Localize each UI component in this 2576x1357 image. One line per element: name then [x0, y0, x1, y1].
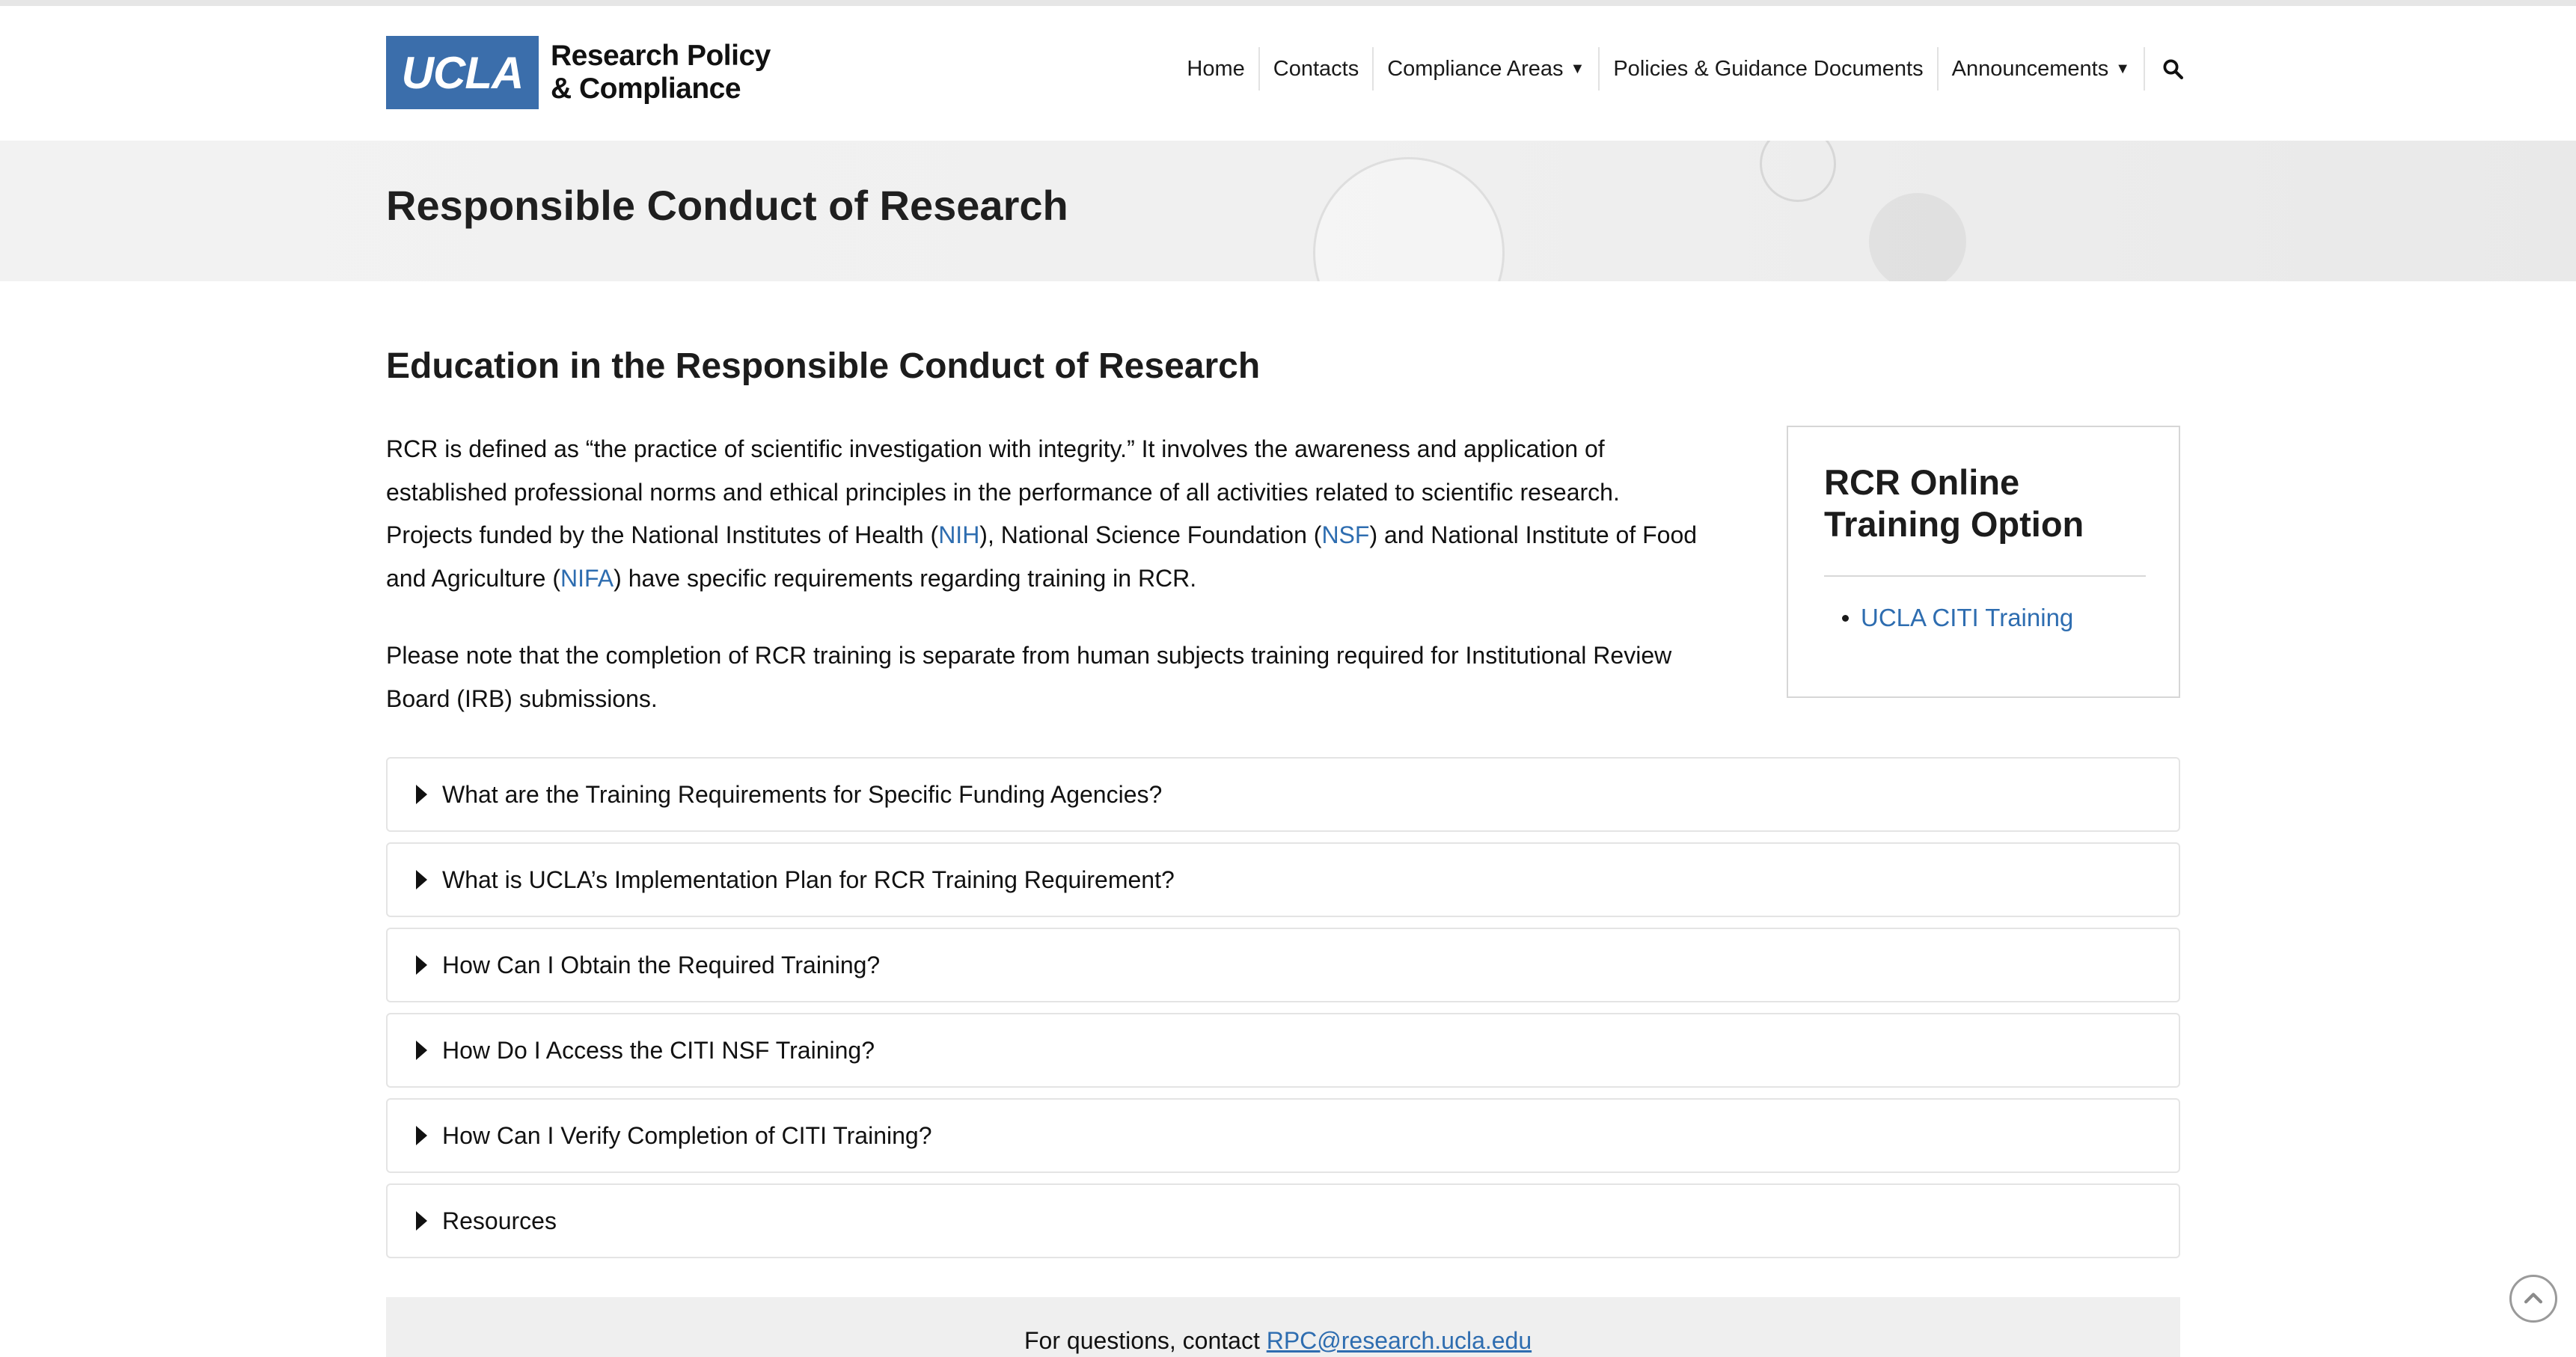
- main-nav: Home Contacts Compliance Areas ▼ Policies…: [1173, 45, 2184, 93]
- accordion-funding-agencies[interactable]: What are the Training Requirements for S…: [386, 757, 2180, 832]
- logo-title-line1: Research Policy: [551, 40, 771, 72]
- intro-text: RCR is defined as “the practice of scien…: [386, 428, 1703, 755]
- chevron-up-icon: [2524, 1293, 2543, 1304]
- sidebox-links: UCLA CITI Training: [1824, 604, 2073, 632]
- caret-right-icon: [416, 955, 427, 975]
- caret-right-icon: [416, 1041, 427, 1060]
- nav-policies-guidance[interactable]: Policies & Guidance Documents: [1598, 47, 1936, 91]
- contact-text: For questions, contact RPC@research.ucla…: [1024, 1327, 1532, 1355]
- intro-text-2: ), National Science Foundation (: [979, 521, 1322, 548]
- list-item: UCLA CITI Training: [1824, 604, 2073, 632]
- accordion-label: How Can I Verify Completion of CITI Trai…: [442, 1121, 932, 1149]
- logo-title: Research Policy & Compliance: [551, 40, 771, 105]
- accordion-verify-completion[interactable]: How Can I Verify Completion of CITI Trai…: [386, 1098, 2180, 1173]
- search-icon: [2163, 59, 2183, 79]
- hero-decoration: [1760, 141, 1836, 202]
- site-header: UCLA Research Policy & Compliance Home C…: [0, 6, 2576, 141]
- nsf-link[interactable]: NSF: [1321, 521, 1369, 548]
- nih-link[interactable]: NIH: [938, 521, 979, 548]
- irb-note-paragraph: Please note that the completion of RCR t…: [386, 642, 1672, 712]
- nav-announcements[interactable]: Announcements ▼: [1936, 47, 2144, 91]
- nifa-link[interactable]: NIFA: [560, 565, 614, 592]
- chevron-down-icon: ▼: [1570, 61, 1585, 77]
- nav-home[interactable]: Home: [1173, 47, 1258, 91]
- rcr-online-training-box: RCR Online Training Option UCLA CITI Tra…: [1787, 426, 2180, 698]
- bullet-icon: [1842, 614, 1849, 622]
- nav-compliance-areas[interactable]: Compliance Areas ▼: [1372, 47, 1598, 91]
- site-logo[interactable]: UCLA Research Policy & Compliance: [386, 36, 771, 109]
- accordion-label: What is UCLA’s Implementation Plan for R…: [442, 866, 1175, 893]
- chevron-down-icon: ▼: [2115, 61, 2130, 77]
- caret-right-icon: [416, 1126, 427, 1145]
- hero-decoration: [1313, 157, 1505, 281]
- page-title: Responsible Conduct of Research: [386, 182, 1068, 229]
- accordion-resources[interactable]: Resources: [386, 1183, 2180, 1258]
- page-hero: Responsible Conduct of Research: [0, 141, 2576, 281]
- accordion-label: Resources: [442, 1207, 557, 1234]
- accordion-label: What are the Training Requirements for S…: [442, 780, 1163, 808]
- nav-announcements-label: Announcements: [1951, 56, 2109, 81]
- ucla-logo-mark: UCLA: [386, 36, 539, 109]
- hero-decoration: [1869, 193, 1966, 281]
- logo-title-line2: & Compliance: [551, 73, 741, 105]
- contact-label: For questions, contact: [1024, 1327, 1267, 1354]
- contact-email-link[interactable]: RPC@research.ucla.edu: [1267, 1327, 1532, 1354]
- caret-right-icon: [416, 1211, 427, 1231]
- accordion-label: How Can I Obtain the Required Training?: [442, 951, 881, 978]
- intro-text-4: ) have specific requirements regarding t…: [614, 564, 1197, 592]
- nav-compliance-areas-label: Compliance Areas: [1387, 56, 1564, 81]
- accordion-label: How Do I Access the CITI NSF Training?: [442, 1036, 875, 1064]
- accordion-citi-nsf-access[interactable]: How Do I Access the CITI NSF Training?: [386, 1013, 2180, 1088]
- intro-paragraph: RCR is defined as “the practice of scien…: [386, 428, 1703, 600]
- nav-policies-guidance-label: Policies & Guidance Documents: [1613, 56, 1924, 81]
- section-title: Education in the Responsible Conduct of …: [386, 346, 1261, 386]
- nav-contacts-label: Contacts: [1273, 56, 1359, 81]
- nav-home-label: Home: [1187, 56, 1245, 81]
- nav-contacts[interactable]: Contacts: [1258, 47, 1372, 91]
- top-border: [0, 0, 2576, 6]
- caret-right-icon: [416, 785, 427, 804]
- caret-right-icon: [416, 870, 427, 889]
- ucla-citi-training-link[interactable]: UCLA CITI Training: [1861, 604, 2073, 632]
- accordion-implementation-plan[interactable]: What is UCLA’s Implementation Plan for R…: [386, 842, 2180, 917]
- contact-bar: For questions, contact RPC@research.ucla…: [386, 1297, 2180, 1357]
- sidebox-title: RCR Online Training Option: [1824, 462, 2084, 544]
- accordion-obtain-training[interactable]: How Can I Obtain the Required Training?: [386, 928, 2180, 1002]
- search-button[interactable]: [2144, 47, 2184, 91]
- scroll-to-top-button[interactable]: [2509, 1275, 2557, 1323]
- sidebox-divider: [1824, 575, 2146, 577]
